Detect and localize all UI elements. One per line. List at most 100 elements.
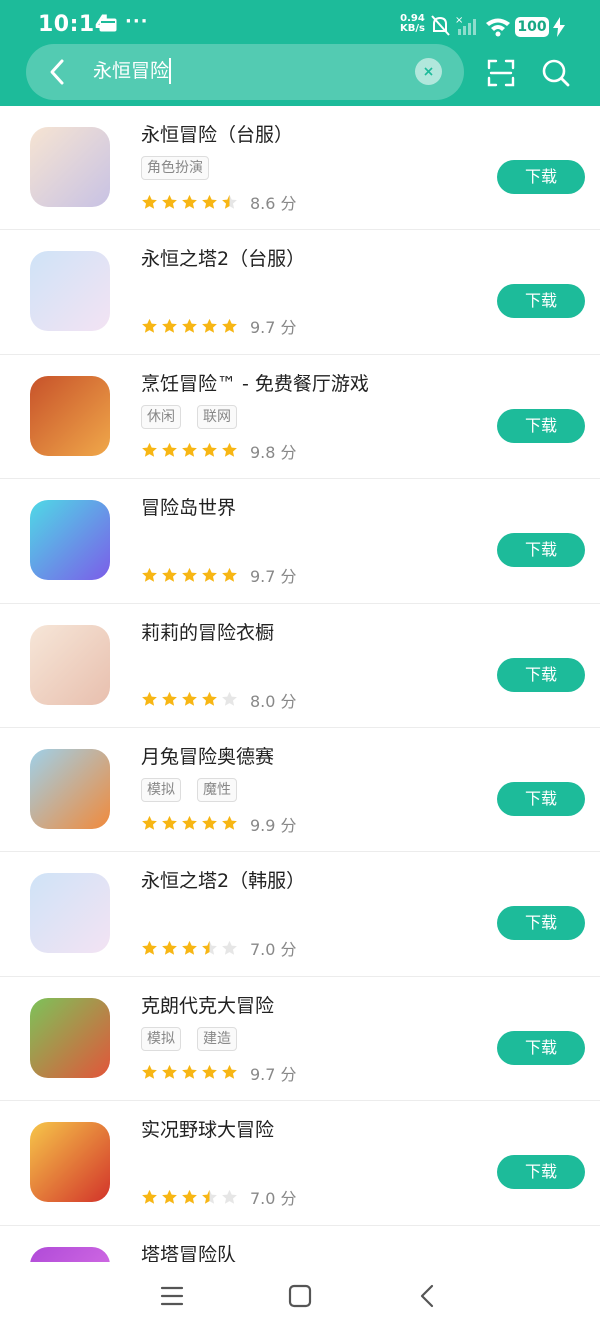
aion-logo-icon[interactable]: [30, 251, 110, 332]
search-input[interactable]: 永恒冒险: [93, 56, 403, 86]
message-icon: [99, 18, 117, 32]
maplestory-worlds-icon[interactable]: [30, 500, 110, 581]
star-full-icon: [222, 816, 237, 831]
star-rating: [141, 194, 238, 211]
star-rating: [141, 940, 238, 957]
recent-apps-icon[interactable]: [160, 1284, 184, 1308]
category-tag: 休闲: [141, 404, 181, 429]
star-full-icon: [222, 567, 237, 582]
close-icon: [424, 67, 433, 76]
list-item[interactable]: 永恒冒险（台服） 角色扮演 8.6 分 下载: [0, 106, 600, 231]
girl-character-icon[interactable]: [30, 624, 110, 705]
app-name[interactable]: 永恒之塔2（韩服）: [141, 866, 305, 893]
download-button[interactable]: 下载: [497, 781, 585, 816]
list-item[interactable]: 冒险岛世界 9.7 分 下载: [0, 479, 600, 604]
download-button[interactable]: 下载: [497, 906, 585, 941]
charging-icon: [553, 17, 565, 37]
rating-score: 9.7 分: [250, 563, 297, 587]
star-full-icon: [182, 1189, 197, 1204]
score-value: 8.0: [250, 691, 276, 711]
score-unit: 分: [280, 318, 297, 338]
star-half-icon: [202, 1189, 217, 1204]
bell-muted-icon: [431, 15, 450, 36]
app-name[interactable]: 永恒冒险（台服）: [141, 120, 293, 147]
status-bar: 10:14 ··· 0.94 KB/s × 100: [0, 0, 600, 44]
list-item[interactable]: 永恒之塔2（韩服） 7.0 分 下载: [0, 852, 600, 977]
anime-character-icon[interactable]: [30, 127, 110, 207]
star-rating: [141, 815, 238, 832]
app-tags: 休闲 联网: [141, 404, 237, 429]
search-icon[interactable]: [541, 58, 571, 88]
wifi-icon: [486, 18, 510, 37]
list-item[interactable]: 烹饪冒险™ - 免费餐厅游戏 休闲 联网 9.8 分 下载: [0, 355, 600, 480]
rating: 9.8 分: [141, 439, 297, 463]
score-unit: 分: [280, 691, 297, 711]
app-name[interactable]: 塔塔冒险队: [141, 1240, 236, 1262]
back-icon[interactable]: [416, 1284, 440, 1308]
scan-icon[interactable]: [486, 58, 516, 88]
star-rating: [141, 1189, 238, 1206]
star-full-icon: [142, 1065, 157, 1079]
star-rating: [141, 567, 238, 584]
score-unit: 分: [280, 567, 297, 587]
star-full-icon: [202, 194, 217, 209]
star-full-icon: [202, 443, 217, 457]
signal-icon: ×: [455, 15, 476, 35]
app-name[interactable]: 烹饪冒险™ - 免费餐厅游戏: [141, 369, 369, 396]
cat-character-icon[interactable]: [30, 1246, 110, 1262]
app-name[interactable]: 克朗代克大冒险: [141, 991, 274, 1018]
app-name[interactable]: 莉莉的冒险衣橱: [141, 618, 274, 645]
score-value: 9.9: [250, 815, 276, 835]
back-arrow-icon[interactable]: [44, 55, 72, 89]
score-value: 9.7: [250, 318, 276, 338]
rating-score: 9.8 分: [250, 439, 297, 463]
aion-logo-icon[interactable]: [30, 873, 110, 954]
app-name[interactable]: 实况野球大冒险: [141, 1115, 274, 1142]
score-value: 9.7: [250, 567, 276, 587]
farm-field-icon[interactable]: [30, 997, 110, 1078]
system-navigation-bar: [0, 1262, 600, 1333]
star-full-icon: [202, 816, 217, 831]
download-button[interactable]: 下载: [497, 657, 585, 692]
star-full-icon: [202, 567, 217, 582]
home-icon[interactable]: [288, 1284, 312, 1308]
list-item[interactable]: 永恒之塔2（台服） 9.7 分 下载: [0, 230, 600, 355]
rating: 9.7 分: [141, 314, 297, 338]
download-button[interactable]: 下载: [497, 408, 585, 443]
list-item[interactable]: 塔塔冒险队: [0, 1226, 600, 1262]
rating-score: 9.9 分: [250, 812, 297, 836]
star-full-icon: [162, 816, 177, 831]
star-full-icon: [162, 691, 177, 706]
network-speed: 0.94 KB/s: [400, 13, 425, 34]
steak-dish-icon[interactable]: [30, 375, 110, 456]
download-button[interactable]: 下载: [497, 533, 585, 568]
star-full-icon: [182, 318, 197, 333]
star-full-icon: [142, 443, 157, 457]
clear-search-button[interactable]: [415, 58, 442, 85]
star-full-icon: [222, 318, 237, 333]
list-item[interactable]: 月兔冒险奥德赛 模拟 魔性 9.9 分 下载: [0, 728, 600, 853]
download-button[interactable]: 下载: [497, 1030, 585, 1065]
app-name[interactable]: 永恒之塔2（台服）: [141, 244, 305, 271]
baseball-player-icon[interactable]: [30, 1122, 110, 1203]
star-full-icon: [142, 567, 157, 582]
connectivity-icons: ×: [431, 15, 510, 37]
category-tag: 模拟: [141, 777, 181, 802]
search-results-list[interactable]: 永恒冒险（台服） 角色扮演 8.6 分下载 永恒之塔2（台服） 9.7 分下载 烹饪冒险™…: [0, 106, 600, 1262]
app-name[interactable]: 冒险岛世界: [141, 493, 236, 520]
download-button[interactable]: 下载: [497, 160, 585, 194]
rating: 9.7 分: [141, 1061, 297, 1085]
star-full-icon: [162, 1065, 177, 1079]
download-button[interactable]: 下载: [497, 284, 585, 319]
rabbit-carrot-icon[interactable]: [30, 748, 110, 829]
score-unit: 分: [280, 194, 297, 213]
app-name[interactable]: 月兔冒险奥德赛: [141, 742, 274, 769]
list-item[interactable]: 克朗代克大冒险 模拟 建造 9.7 分 下载: [0, 977, 600, 1102]
rating: 9.7 分: [141, 563, 297, 587]
battery-indicator: 100: [515, 17, 549, 37]
score-value: 9.7: [250, 1064, 276, 1084]
list-item[interactable]: 实况野球大冒险 7.0 分 下载: [0, 1101, 600, 1226]
download-button[interactable]: 下载: [497, 1155, 585, 1190]
list-item[interactable]: 莉莉的冒险衣橱 8.0 分 下载: [0, 604, 600, 728]
star-full-icon: [182, 443, 197, 457]
